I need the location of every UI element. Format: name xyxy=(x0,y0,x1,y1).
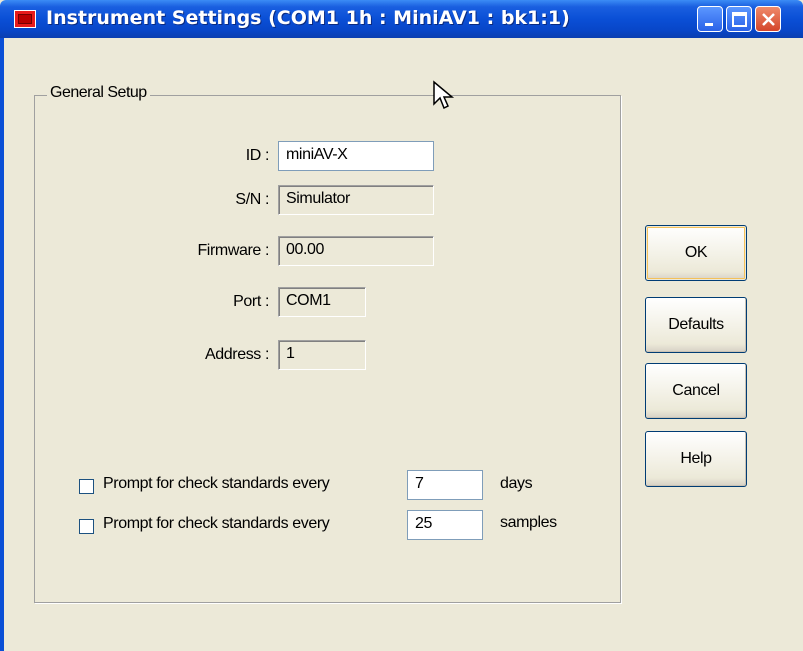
check-days-input[interactable]: 7 xyxy=(407,470,483,500)
group-label: General Setup xyxy=(47,84,150,102)
port-field: COM1 xyxy=(278,287,366,317)
check-days-label[interactable]: Prompt for check standards every xyxy=(103,475,330,493)
window-border xyxy=(0,38,4,651)
minimize-button[interactable] xyxy=(697,6,723,32)
cancel-button[interactable]: Cancel xyxy=(645,363,747,419)
maximize-button[interactable] xyxy=(726,6,752,32)
port-label: Port : xyxy=(233,293,269,310)
ok-button[interactable]: OK xyxy=(645,225,747,281)
title-bar[interactable]: Instrument Settings (COM1 1h : MiniAV1 :… xyxy=(0,0,803,38)
window-title: Instrument Settings (COM1 1h : MiniAV1 :… xyxy=(46,7,570,29)
check-samples-unit: samples xyxy=(500,514,557,531)
defaults-button[interactable]: Defaults xyxy=(645,297,747,353)
close-icon xyxy=(762,13,775,26)
address-label: Address : xyxy=(205,346,269,363)
app-icon xyxy=(14,10,36,28)
check-days-checkbox[interactable] xyxy=(79,479,94,494)
check-samples-checkbox[interactable] xyxy=(79,519,94,534)
mouse-cursor-icon xyxy=(433,80,455,110)
check-samples-input[interactable]: 25 xyxy=(407,510,483,540)
sn-label: S/N : xyxy=(235,191,269,208)
sn-field: Simulator xyxy=(278,185,434,215)
check-samples-label[interactable]: Prompt for check standards every xyxy=(103,515,330,533)
id-field[interactable]: miniAV-X xyxy=(278,141,434,171)
help-button[interactable]: Help xyxy=(645,431,747,487)
address-field: 1 xyxy=(278,340,366,370)
firmware-field: 00.00 xyxy=(278,236,434,266)
minimize-icon xyxy=(705,23,713,26)
check-days-unit: days xyxy=(500,475,533,492)
id-label: ID : xyxy=(245,147,270,164)
close-button[interactable] xyxy=(755,6,781,32)
firmware-label: Firmware : xyxy=(197,242,269,259)
maximize-icon xyxy=(732,12,747,27)
